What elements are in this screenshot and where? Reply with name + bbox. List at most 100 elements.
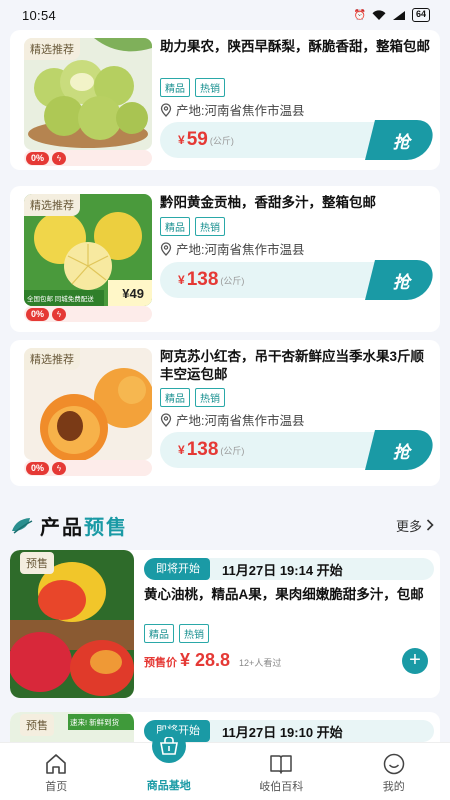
add-button[interactable]: + [402,648,428,674]
price-bar: ¥ 59 (公斤) 抢 [160,120,437,160]
presale-price-value: ¥ 28.8 [180,650,231,670]
wifi-icon [372,9,386,20]
tab-label: 我的 [382,781,405,793]
origin-text: 产地:河南省焦作市温县 [176,104,305,118]
presale-tag: 预售 [20,714,54,736]
chevron-right-icon [426,519,434,531]
buy-label: 抢 [392,272,410,292]
origin-text: 产地:河南省焦作市温县 [176,414,305,428]
lightning-icon: ϟ [52,461,67,475]
product-chips: 精品 热销 [160,78,225,97]
product-card[interactable]: 精选推荐 阿克苏小红杏，吊干杏新鲜应当季水果3斤顺丰空运包邮 精品 热销 产地:… [10,340,440,486]
presale-chips: 精品 热销 [144,624,209,643]
schedule-bar: 即将开始 11月27日 19:14 开始 [144,558,434,580]
smile-icon [383,753,404,775]
chip-hot: 热销 [195,78,225,97]
presale-title: 黄心油桃，精品A果，果肉细嫩脆甜多汁，包邮 [144,587,424,602]
product-title: 助力果农，陕西早酥梨，酥脆香甜，整箱包邮 [160,39,430,54]
product-origin: 产地:河南省焦作市温县 [160,100,304,119]
price-unit: (公斤) [220,275,245,286]
product-origin: 产地:河南省焦作市温县 [160,239,304,258]
recommend-tag: 精选推荐 [24,348,80,370]
chip-premium: 精品 [160,388,190,407]
status-time: 10:54 [22,7,57,23]
sale-start-time: 11月27日 19:10 开始 [222,724,343,740]
home-icon [46,754,67,774]
book-icon [270,755,292,774]
image-banner-text: 全国包邮 同城免费配送 [27,296,94,303]
price-symbol: ¥ [178,273,185,287]
chip-premium: 精品 [160,217,190,236]
watchers-count: 12+人看过 [239,658,282,668]
discount-percent: 0% [26,307,50,321]
lightning-icon: ϟ [52,151,67,165]
discount-bar: 0% ϟ [24,306,152,322]
presale-section-header: 产品预售 更多 [10,508,440,542]
status-icons: ⏰ 64 [354,8,430,22]
tab-store[interactable]: 商品基地 [113,729,226,800]
alarm-icon: ⏰ [353,9,366,21]
discount-percent: 0% [26,151,50,165]
nectarine-image: 预售 [10,550,134,698]
store-icon-wrap [151,729,186,763]
product-title: 阿克苏小红杏，吊干杏新鲜应当季水果3斤顺丰空运包邮 [160,349,425,382]
origin-text: 产地:河南省焦作市温县 [176,243,305,257]
sale-status: 即将开始 [144,558,210,580]
chip-hot: 热销 [179,624,209,643]
more-label: 更多 [395,518,422,534]
discount-bar: 0% ϟ [24,460,152,476]
buy-button[interactable]: 抢 [365,120,437,160]
presale-price: 预售价 ¥ 28.8 12+人看过 [144,650,281,671]
recommend-tag: 精选推荐 [24,38,80,60]
price-unit: (公斤) [220,445,245,456]
status-bar: 10:54 ⏰ 64 [0,0,450,30]
schedule-bar: 即将开始 11月27日 19:10 开始 [144,720,434,742]
price-value: 138 [186,269,219,290]
tab-label: 首页 [45,781,68,793]
discount-percent: 0% [26,461,50,475]
apricot-image: 精选推荐 [24,348,152,460]
discount-bar: 0% ϟ [24,150,152,166]
presale-tag: 预售 [20,552,54,574]
bottom-tab-bar: 首页 商品基地 岐伯百科 我的 [0,729,450,800]
price-value: 59 [186,129,208,150]
signal-icon [392,10,405,20]
sale-start-time: 11月27日 19:14 开始 [222,562,343,578]
tab-label: 岐伯百科 [259,781,304,793]
tab-profile[interactable]: 我的 [338,743,450,800]
battery-icon: 64 [411,8,430,22]
price-bar: ¥ 138 (公斤) 抢 [160,260,437,300]
product-card[interactable]: 精选推荐 全国包邮 同城免费配送 ¥49 黔阳黄金贡柚，香甜多汁，整箱包邮 精品… [10,186,440,332]
chip-hot: 热销 [195,388,225,407]
buy-button[interactable]: 抢 [365,430,437,470]
price-unit: (公斤) [209,135,234,146]
product-title: 黔阳黄金贡柚，香甜多汁，整箱包邮 [160,195,376,210]
price-bar: ¥ 138 (公斤) 抢 [160,430,437,470]
buy-button[interactable]: 抢 [365,260,437,300]
location-pin-icon [160,102,172,117]
chip-premium: 精品 [144,624,174,643]
buy-label: 抢 [392,132,410,152]
product-card[interactable]: 精选推荐 助力果农，陕西早酥梨，酥脆香甜，整箱包邮 精品 热销 产地:河南省焦作… [10,30,440,170]
location-pin-icon [160,241,172,256]
price-symbol: ¥ [178,443,185,457]
section-title: 产品预售 [10,511,128,540]
pears-image: 精选推荐 [24,38,152,150]
pomelo-image: 精选推荐 全国包邮 同城免费配送 ¥49 [24,194,152,306]
image-banner-text: 速来! 新鲜到货 [70,718,120,727]
image-price-text: ¥49 [122,286,144,301]
store-icon [159,737,178,755]
product-origin: 产地:河南省焦作市温县 [160,410,304,429]
presale-card[interactable]: 预售 即将开始 11月27日 19:14 开始 黄心油桃，精品A果，果肉细嫩脆甜… [10,550,440,698]
location-pin-icon [160,412,172,427]
section-title-part1: 产品 [40,516,84,539]
tab-encyclopedia[interactable]: 岐伯百科 [225,743,338,800]
tab-label: 商品基地 [146,780,191,792]
tab-home[interactable]: 首页 [0,743,113,800]
chip-hot: 热销 [195,217,225,236]
more-link[interactable]: 更多 [396,516,440,535]
leaf-icon [12,518,33,534]
chip-premium: 精品 [160,78,190,97]
recommend-tag: 精选推荐 [24,194,80,216]
price-value: 138 [186,439,219,460]
